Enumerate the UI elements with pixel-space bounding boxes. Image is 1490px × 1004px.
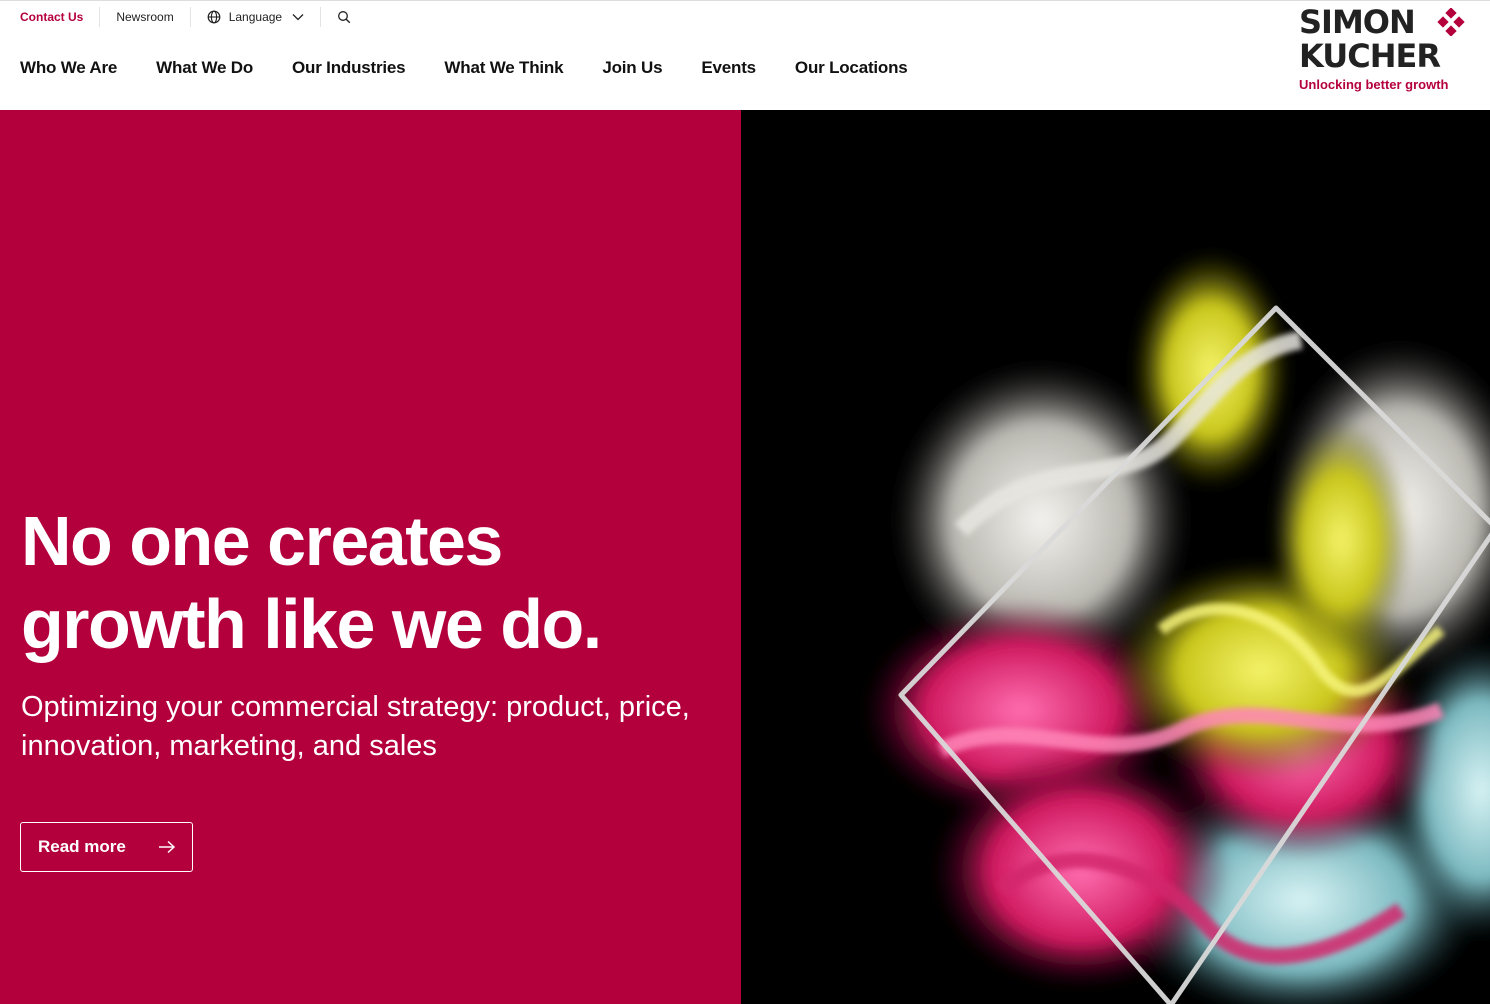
read-more-label: Read more (38, 837, 126, 856)
hero-image-panel (741, 110, 1490, 1004)
hero-headline: No one creates growth like we do. (21, 500, 721, 666)
nav-our-industries[interactable]: Our Industries (292, 58, 406, 78)
read-more-button[interactable]: Read more (20, 822, 193, 872)
logo-line-1: SIMON (1299, 3, 1416, 41)
hero-headline-line-2: growth like we do. (21, 585, 602, 663)
hero-subheadline: Optimizing your commercial strategy: pro… (21, 691, 690, 762)
site-header: Contact Us Newsroom Language Who We Are … (0, 0, 1490, 110)
nav-our-locations[interactable]: Our Locations (795, 58, 908, 78)
search-button[interactable] (337, 7, 367, 27)
globe-icon (207, 10, 221, 24)
diamond-dots-icon (1437, 8, 1465, 36)
contact-us-link[interactable]: Contact Us (20, 7, 101, 27)
nav-join-us[interactable]: Join Us (602, 58, 662, 78)
logo-line-2: KUCHER (1299, 37, 1441, 75)
chevron-down-icon (292, 14, 304, 21)
arrow-right-icon (159, 840, 176, 854)
utility-nav: Contact Us Newsroom Language (20, 7, 383, 27)
nav-what-we-do[interactable]: What We Do (156, 58, 253, 78)
nav-who-we-are[interactable]: Who We Are (20, 58, 117, 78)
nav-what-we-think[interactable]: What We Think (444, 58, 563, 78)
language-label: Language (228, 10, 283, 24)
nav-events[interactable]: Events (701, 58, 756, 78)
newsroom-link[interactable]: Newsroom (116, 7, 191, 27)
logo-tagline: Unlocking better growth (1299, 77, 1449, 92)
main-nav: Who We Are What We Do Our Industries Wha… (20, 58, 947, 78)
hero-headline-line-1: No one creates (21, 502, 503, 580)
search-icon (338, 11, 351, 24)
site-logo[interactable]: SIMON KUCHER Unlocking better growth (1299, 5, 1469, 97)
hero-abstract-image (861, 250, 1490, 1004)
language-selector[interactable]: Language (207, 7, 322, 27)
